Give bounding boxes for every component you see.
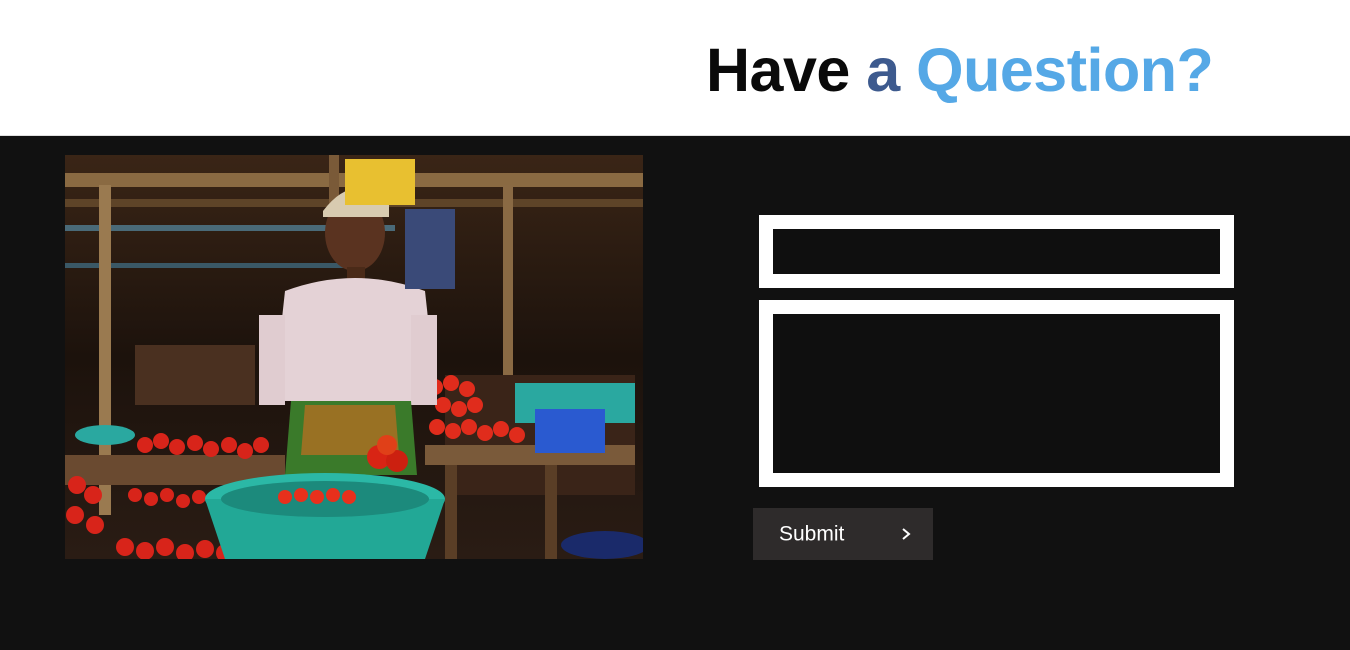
submit-button-label: Submit bbox=[779, 522, 845, 546]
contact-section: Submit bbox=[0, 136, 1350, 650]
market-vendor-photo bbox=[65, 155, 643, 559]
title-word-question: Question? bbox=[916, 36, 1214, 104]
chevron-right-icon bbox=[902, 528, 911, 540]
title-word-a: a bbox=[866, 36, 900, 104]
page-header: Have a Question? bbox=[0, 0, 1350, 136]
single-line-field[interactable] bbox=[759, 215, 1234, 288]
photo-illustration bbox=[65, 155, 643, 559]
submit-button[interactable]: Submit bbox=[753, 508, 933, 560]
page-title: Have a Question? bbox=[706, 36, 1214, 104]
message-input[interactable] bbox=[773, 314, 1220, 473]
name-input[interactable] bbox=[773, 229, 1220, 274]
message-field[interactable] bbox=[759, 300, 1234, 487]
title-word-have: Have bbox=[706, 36, 850, 104]
